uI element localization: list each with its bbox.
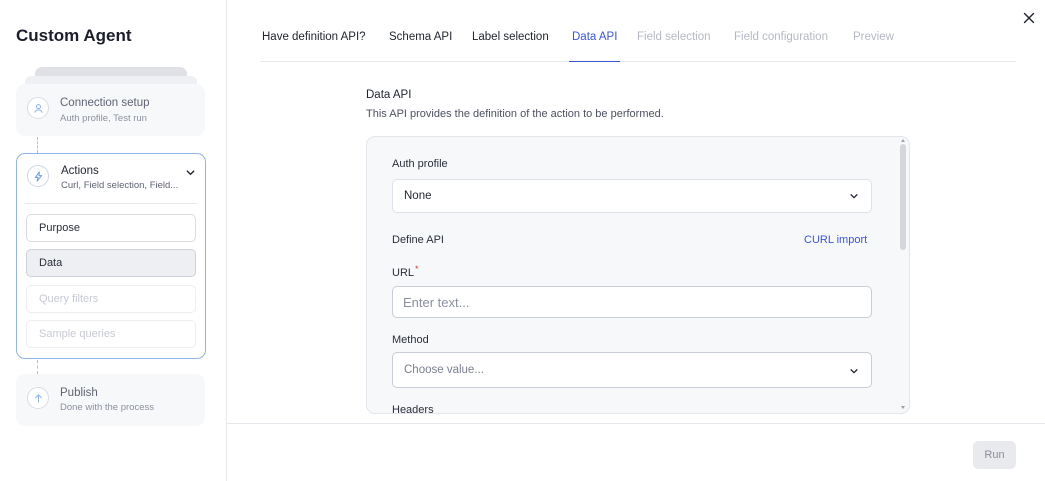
method-select[interactable]: Choose value...	[392, 352, 872, 388]
headers-label: Headers	[392, 404, 434, 414]
divider	[25, 203, 197, 204]
curl-import-link[interactable]: CURL import	[804, 234, 867, 246]
step-publish[interactable]: Publish Done with the process	[16, 374, 205, 426]
tab-preview: Preview	[853, 31, 894, 43]
step-connector	[37, 137, 38, 153]
user-icon	[27, 97, 49, 119]
url-label: URL*	[392, 264, 419, 279]
auth-profile-select[interactable]: None	[392, 179, 872, 213]
auth-profile-value: None	[404, 190, 432, 202]
app-title: Custom Agent	[16, 26, 132, 45]
chevron-down-icon[interactable]	[183, 165, 197, 179]
url-label-text: URL	[392, 267, 415, 279]
form-scrollbar[interactable]	[900, 144, 906, 250]
step-tabs: Have definition API? Schema API Label se…	[260, 29, 1016, 62]
section-title: Data API	[366, 89, 412, 101]
step-connector	[37, 360, 38, 374]
tab-field-configuration: Field configuration	[734, 31, 828, 43]
tab-schema-api[interactable]: Schema API	[389, 31, 452, 62]
chevron-down-icon	[848, 365, 860, 377]
subitem-data[interactable]: Data	[26, 249, 196, 277]
run-button[interactable]: Run	[973, 441, 1016, 469]
method-placeholder: Choose value...	[404, 364, 484, 376]
scroll-up-arrow[interactable]	[901, 139, 905, 142]
sidebar: Custom Agent Connection setup Auth profi…	[0, 0, 227, 481]
tab-data-api[interactable]: Data API	[569, 31, 621, 62]
footer-divider	[227, 423, 1045, 424]
close-icon[interactable]	[1020, 9, 1038, 27]
url-input[interactable]	[392, 286, 872, 318]
scroll-down-arrow[interactable]	[901, 406, 905, 409]
lightning-icon	[27, 165, 49, 187]
step-subtitle: Curl, Field selection, Field...	[61, 180, 179, 191]
step-connection-setup[interactable]: Connection setup Auth profile, Test run	[16, 84, 205, 136]
step-title: Publish	[60, 387, 98, 399]
step-subtitle: Auth profile, Test run	[60, 113, 147, 124]
auth-profile-label: Auth profile	[392, 158, 448, 170]
data-api-form-card: Auth profile None Define API CURL import…	[366, 136, 910, 414]
arrow-up-icon	[27, 387, 49, 409]
tab-have-definition-api[interactable]: Have definition API?	[262, 31, 366, 62]
step-title: Connection setup	[60, 97, 150, 109]
tab-field-selection: Field selection	[637, 31, 711, 43]
step-title: Actions	[61, 165, 99, 177]
define-api-label: Define API	[392, 234, 444, 246]
subitem-sample-queries: Sample queries	[26, 320, 196, 348]
subitem-query-filters: Query filters	[26, 285, 196, 313]
method-label: Method	[392, 334, 429, 346]
required-mark: *	[415, 264, 419, 274]
section-description: This API provides the definition of the …	[366, 108, 664, 120]
step-actions[interactable]: Actions Curl, Field selection, Field... …	[16, 153, 206, 359]
tab-label-selection[interactable]: Label selection	[472, 31, 549, 62]
chevron-down-icon	[848, 190, 860, 202]
subitem-purpose[interactable]: Purpose	[26, 214, 196, 242]
step-subtitle: Done with the process	[60, 402, 154, 413]
